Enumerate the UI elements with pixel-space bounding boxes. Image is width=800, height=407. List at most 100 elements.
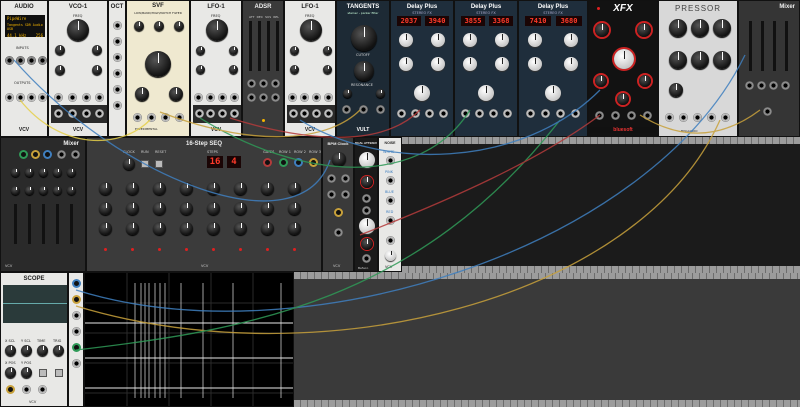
- pan-knob[interactable]: [53, 186, 62, 195]
- step-knob[interactable]: [126, 182, 139, 195]
- output-jack[interactable]: [27, 93, 36, 102]
- threshold-knob[interactable]: [669, 19, 687, 37]
- step-knob[interactable]: [234, 182, 247, 195]
- gain-knob[interactable]: [25, 168, 34, 177]
- color-knob[interactable]: [343, 89, 352, 98]
- reset-button[interactable]: [155, 160, 163, 168]
- knee-knob[interactable]: [713, 19, 731, 37]
- step-knob[interactable]: [261, 182, 274, 195]
- level-slider[interactable]: [761, 21, 764, 71]
- output-jack[interactable]: [386, 156, 395, 165]
- step-knob[interactable]: [207, 222, 220, 235]
- noise-module[interactable]: NOISE WHITE PINK BLUE RED VCV: [378, 137, 402, 272]
- output-jack[interactable]: [571, 109, 580, 118]
- x-scale-knob[interactable]: [5, 345, 16, 356]
- input-jack[interactable]: [71, 150, 80, 159]
- input-jack[interactable]: [271, 79, 280, 88]
- release-slider[interactable]: [276, 21, 279, 71]
- feedback-knob[interactable]: [564, 33, 578, 47]
- input-jack[interactable]: [82, 93, 91, 102]
- level-knob[interactable]: [414, 85, 430, 101]
- output-jack[interactable]: [289, 109, 298, 118]
- input-jack[interactable]: [113, 85, 122, 94]
- step-knob[interactable]: [288, 222, 301, 235]
- gain-knob[interactable]: [11, 168, 20, 177]
- x-position-knob[interactable]: [5, 367, 16, 378]
- output-jack[interactable]: [16, 93, 25, 102]
- pressor-module[interactable]: PRESSOR BOGAUDIO: [658, 0, 738, 137]
- pw-knob[interactable]: [229, 46, 238, 55]
- lfo-module[interactable]: LFO-1 FREQ VCV: [284, 0, 336, 137]
- output-jack[interactable]: [324, 109, 333, 118]
- input-jack[interactable]: [68, 93, 77, 102]
- mix-knob[interactable]: [495, 57, 509, 71]
- resonance-knob[interactable]: [354, 61, 374, 81]
- decay-slider[interactable]: [258, 21, 261, 71]
- delay-module[interactable]: Delay Plus STEREO FX 2037 3940: [390, 0, 454, 137]
- audio-device-screen[interactable]: PipeWire Tangents SDR Audio USB 44.1 kHz…: [5, 15, 45, 38]
- x-input-plug[interactable]: [6, 385, 15, 394]
- freq-knob[interactable]: [67, 19, 89, 41]
- output-jack[interactable]: [327, 174, 336, 183]
- scope-input-strip[interactable]: [68, 272, 84, 407]
- step-knob[interactable]: [180, 202, 193, 215]
- input-jack[interactable]: [324, 93, 333, 102]
- output-jack[interactable]: [5, 93, 14, 102]
- adsr-module[interactable]: ADSR ATT DEC SUS REL: [242, 0, 284, 137]
- clock-knob[interactable]: [123, 158, 135, 170]
- input-jack[interactable]: [397, 109, 406, 118]
- channel-fader[interactable]: [28, 204, 31, 244]
- output-jack[interactable]: [503, 109, 512, 118]
- step-knob[interactable]: [207, 202, 220, 215]
- pan-knob[interactable]: [39, 186, 48, 195]
- step-knob[interactable]: [126, 222, 139, 235]
- attack-knob[interactable]: [669, 51, 687, 69]
- cable-plug[interactable]: [72, 279, 81, 288]
- input-jack[interactable]: [359, 105, 368, 114]
- gain-knob[interactable]: [39, 168, 48, 177]
- channel-fader[interactable]: [42, 204, 45, 244]
- damp-knob[interactable]: [595, 75, 607, 87]
- pwm-knob[interactable]: [323, 65, 332, 74]
- cable-plug[interactable]: [309, 158, 318, 167]
- step-knob[interactable]: [180, 182, 193, 195]
- channel-fader[interactable]: [56, 204, 59, 244]
- attack-slider[interactable]: [249, 21, 252, 71]
- step-knob[interactable]: [99, 222, 112, 235]
- output-jack[interactable]: [376, 105, 385, 114]
- fm-knob[interactable]: [55, 65, 65, 75]
- pwm-knob[interactable]: [229, 65, 238, 74]
- input-jack[interactable]: [665, 113, 674, 122]
- output-jack[interactable]: [218, 109, 227, 118]
- input-jack[interactable]: [72, 311, 81, 320]
- input-jack[interactable]: [113, 21, 122, 30]
- output-jack[interactable]: [386, 236, 395, 245]
- input-jack[interactable]: [259, 93, 268, 102]
- output-jack[interactable]: [82, 109, 91, 118]
- cable-plug[interactable]: [72, 343, 81, 352]
- attenuverter-knob[interactable]: [359, 152, 375, 168]
- vco-module[interactable]: VCO-1 FREQ VCV: [48, 0, 108, 137]
- cable-plug[interactable]: [279, 158, 288, 167]
- step-knob[interactable]: [234, 202, 247, 215]
- trigger-knob[interactable]: [53, 345, 64, 356]
- gain-knob[interactable]: [169, 87, 183, 101]
- step-knob[interactable]: [153, 202, 166, 215]
- step-knob[interactable]: [99, 182, 112, 195]
- cutoff-knob[interactable]: [351, 25, 377, 51]
- gain-knob[interactable]: [67, 168, 76, 177]
- output-jack[interactable]: [386, 216, 395, 225]
- trigger-input-jack[interactable]: [38, 385, 47, 394]
- input-jack[interactable]: [693, 113, 702, 122]
- output-jack[interactable]: [161, 113, 170, 122]
- time-knob[interactable]: [399, 33, 413, 47]
- input-jack[interactable]: [595, 111, 604, 120]
- audio-module[interactable]: AUDIO PipeWire Tangents SDR Audio USB 44…: [0, 0, 48, 137]
- gate-led[interactable]: [293, 248, 296, 251]
- output-jack[interactable]: [327, 190, 336, 199]
- mix-knob[interactable]: [564, 57, 578, 71]
- input-jack[interactable]: [230, 93, 239, 102]
- cable-plug[interactable]: [334, 208, 343, 217]
- level-slider[interactable]: [785, 21, 788, 71]
- input-jack[interactable]: [72, 327, 81, 336]
